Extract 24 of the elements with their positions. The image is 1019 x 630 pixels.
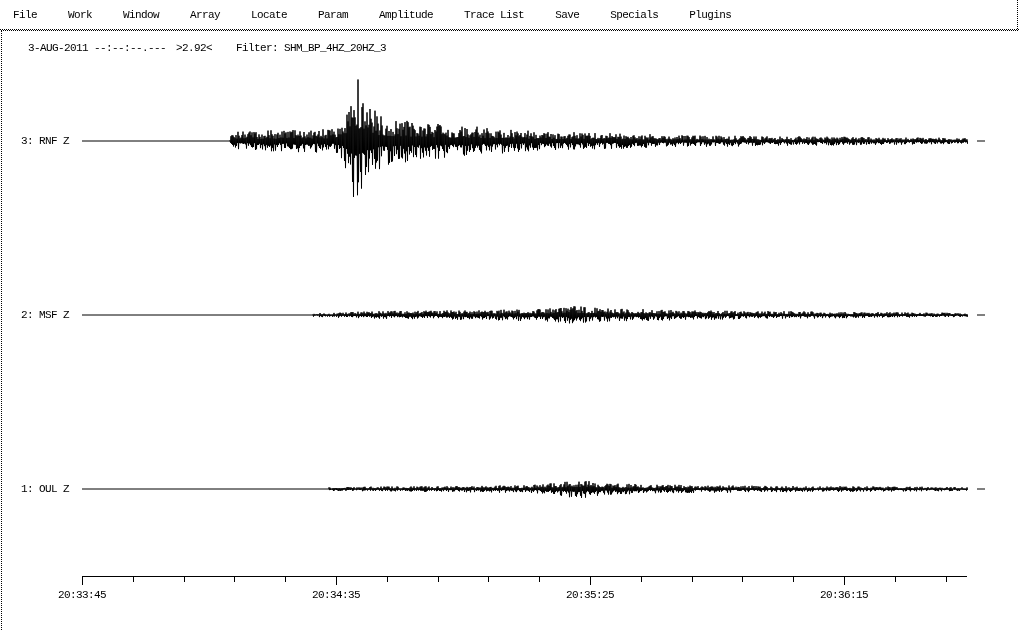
datetime-text: 3-AUG-2011 --:--:--.---: [28, 42, 167, 54]
menu-item[interactable]: File: [10, 6, 40, 23]
filter-text: Filter: SHM_BP_4HZ_20HZ_3: [236, 42, 387, 54]
scale-text: >2.92<: [176, 42, 213, 54]
trace-label: 3: RNF Z: [20, 135, 70, 147]
menu-item[interactable]: Window: [120, 6, 163, 23]
trace-end-marker: [976, 314, 986, 316]
time-label: 20:36:15: [820, 589, 868, 601]
trace-end-marker: [976, 488, 986, 490]
menu-item[interactable]: Work: [65, 6, 96, 23]
menu-item[interactable]: Array: [187, 6, 224, 23]
menu-item[interactable]: Param: [315, 6, 352, 23]
menu-item[interactable]: Locate: [248, 6, 291, 23]
time-label: 20:34:35: [312, 589, 360, 601]
menu-item[interactable]: Amplitude: [376, 6, 437, 23]
trace-label: 2: MSF Z: [20, 309, 70, 321]
time-label: 20:35:25: [566, 589, 614, 601]
menu-item[interactable]: Trace List: [461, 6, 528, 23]
menu-item[interactable]: Plugins: [686, 6, 735, 23]
menu-item[interactable]: Specials: [607, 6, 662, 23]
trace-label: 1: OUL Z: [20, 483, 70, 495]
time-label: 20:33:45: [58, 589, 106, 601]
menu-item[interactable]: Save: [552, 6, 583, 23]
trace-end-marker: [976, 140, 986, 142]
